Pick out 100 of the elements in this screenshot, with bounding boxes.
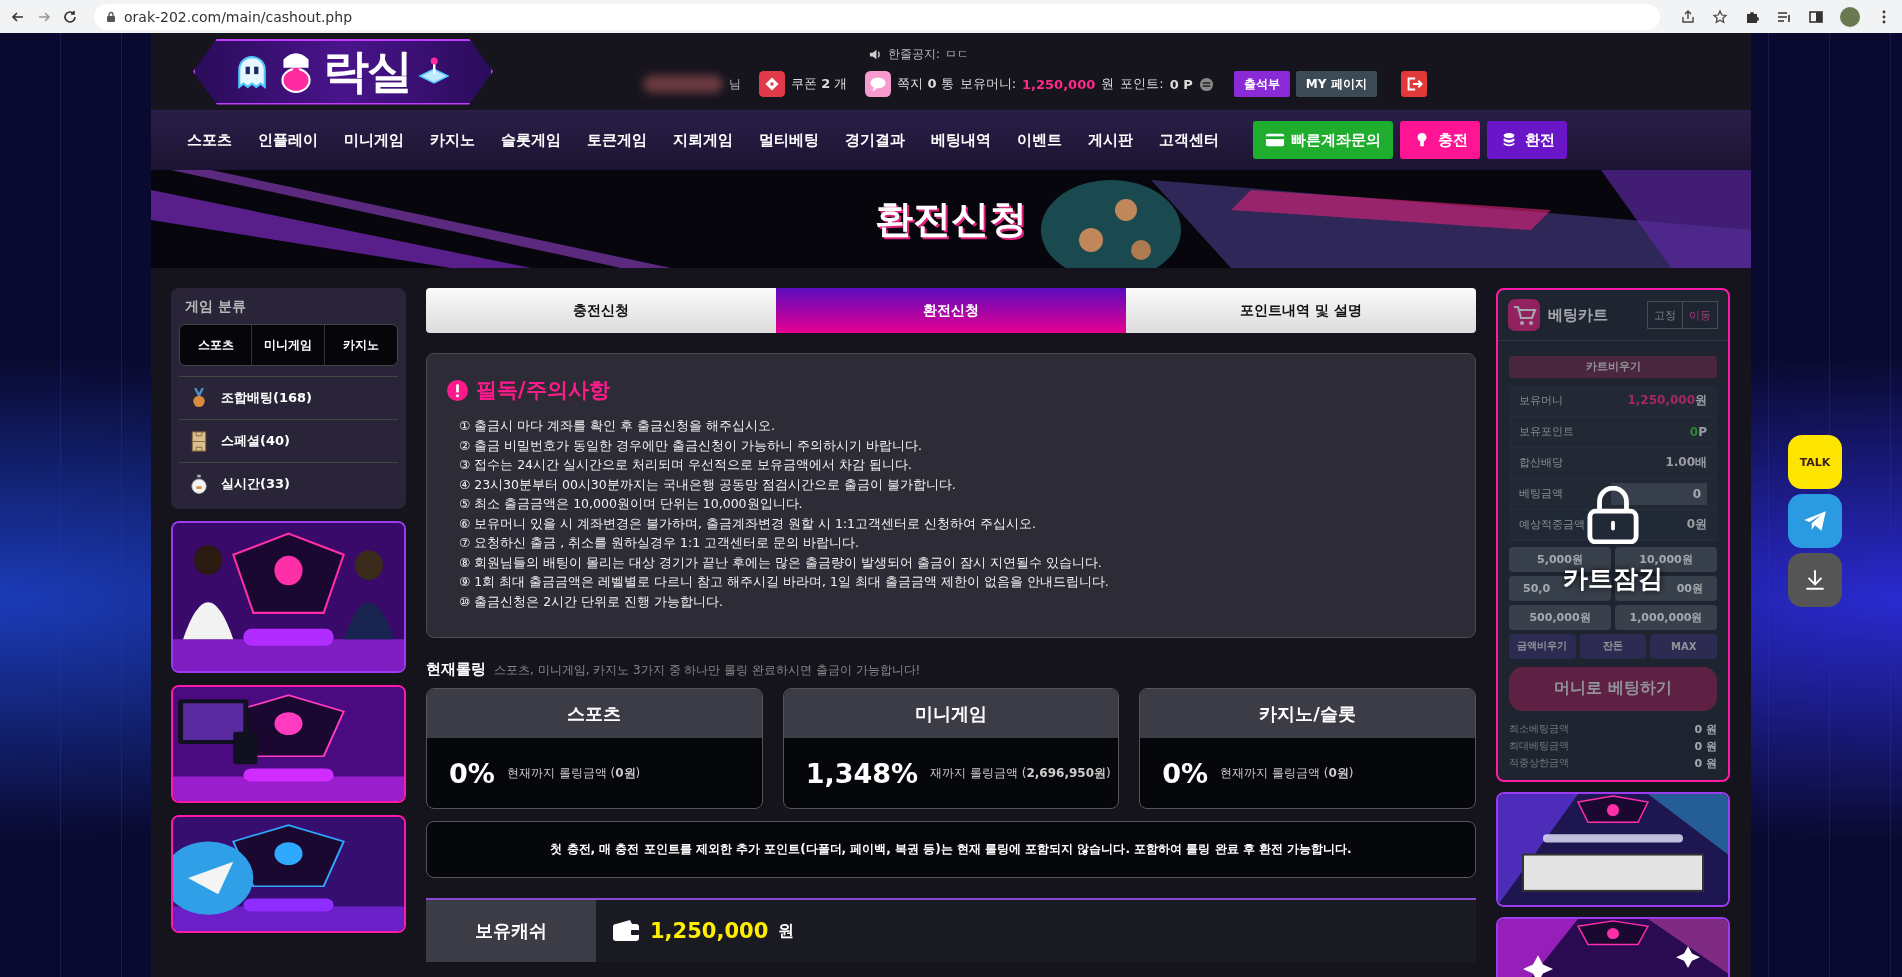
- wallet-icon: [612, 920, 640, 942]
- address-bar[interactable]: orak-202.com/main/cashout.php: [94, 3, 1660, 30]
- bet-button[interactable]: 머니로 베팅하기: [1509, 666, 1717, 711]
- nav-link[interactable]: 베팅내역: [931, 130, 991, 150]
- nav-link[interactable]: 스포츠: [187, 130, 232, 150]
- nav-link[interactable]: 멀티베팅: [759, 130, 819, 150]
- tab[interactable]: 충전신청: [426, 288, 776, 333]
- card-header: 카지노/슬롯: [1140, 689, 1475, 738]
- notice-text: ㅁㄷ: [945, 46, 970, 63]
- limit-value: 0 원: [1694, 721, 1717, 737]
- star-icon[interactable]: [1712, 8, 1728, 25]
- row-value: 0P: [1689, 424, 1707, 439]
- card-header: 미니게임: [783, 689, 1119, 738]
- money-label: 보유머니:: [959, 75, 1017, 93]
- amount-button[interactable]: 1,000,000원: [1615, 604, 1717, 630]
- row-value: 1,250,000원: [1627, 392, 1707, 409]
- notice-item: ⑥ 보유머니 있을 시 계좌변경은 불가하며, 출금계좌변경 원할 시 1:1고객센터로 신청하여 주십시오.: [459, 514, 1037, 533]
- sidebar-icon[interactable]: [1808, 8, 1824, 25]
- alert-icon: [447, 379, 468, 401]
- nav-link[interactable]: 카지노: [430, 130, 475, 150]
- row-value: 1.00배: [1665, 454, 1707, 471]
- tab[interactable]: 포인트내역 및 설명: [1126, 288, 1476, 333]
- nav-link[interactable]: 이벤트: [1017, 130, 1062, 150]
- limit-label: 최대베팅금액: [1509, 739, 1569, 753]
- my-page-button[interactable]: MY 페이지: [1295, 71, 1377, 97]
- field-icon: [191, 430, 207, 452]
- notice-title: 필독/주의사항: [476, 377, 610, 404]
- ghost-icon: [235, 54, 269, 89]
- notice-item: ⑤ 최소 출금금액은 10,000원이며 단위는 10,000원입니다.: [459, 495, 804, 513]
- nav-link[interactable]: 인플레이: [258, 130, 318, 150]
- rolling-amount: 재까지 롤링금액 (2,696,950원): [930, 764, 1111, 782]
- row-value: 0원: [1686, 516, 1707, 533]
- notice-item: ⑨ 1회 최대 출금금액은 레벨별로 다르니 참고 해주시길 바라며, 1일 최대 출금금액 제한이 없음을 안내드립니다.: [459, 573, 1110, 591]
- row-label: 합산배당: [1519, 455, 1563, 470]
- nav-link[interactable]: 슬롯게임: [501, 130, 561, 150]
- notice-label: 한줄공지:: [888, 46, 941, 63]
- bet-amount-field[interactable]: 0: [1611, 482, 1707, 505]
- cart-action-button[interactable]: 금액비우기: [1509, 633, 1576, 659]
- coupon-count[interactable]: 쿠폰 2 개: [791, 75, 848, 93]
- amount-button[interactable]: 500,000원: [1509, 604, 1611, 630]
- rolling-amount: 현재까지 롤링금액 (0원): [1220, 764, 1354, 782]
- nav-link[interactable]: 경기결과: [845, 130, 905, 150]
- limit-value: 0 원: [1694, 738, 1717, 754]
- attendance-button[interactable]: 출석부: [1233, 71, 1290, 97]
- clear-cart-button[interactable]: 카트비우기: [1509, 355, 1717, 378]
- section-hint: 스포츠, 미니게임, 카지노 3가지 중 하나만 롤링 완료하시면 출금이 가능합니다!: [494, 662, 921, 679]
- category-link[interactable]: 실시간(33): [221, 475, 290, 493]
- lock-icon: [106, 10, 116, 23]
- notice-item: ④ 23시30분부터 00시30분까지는 국내은행 공동망 점검시간으로 출금이 불가합니다.: [459, 475, 957, 494]
- notice-item: ⑩ 출금신청은 2시간 단위로 진행 가능합니다.: [459, 592, 724, 611]
- deposit-button[interactable]: 충전: [1400, 121, 1480, 159]
- section-title: 현재롤링: [426, 660, 486, 679]
- tab[interactable]: 환전신청: [776, 288, 1126, 333]
- download-button[interactable]: [1788, 553, 1842, 607]
- nav-link[interactable]: 토큰게임: [587, 130, 647, 150]
- reload-icon[interactable]: [62, 8, 78, 25]
- paper-plane-icon: [1802, 508, 1828, 534]
- row-label: 보유머니: [1519, 393, 1563, 408]
- cash-unit: 원: [778, 920, 795, 942]
- notice-item: ③ 접수는 24시간 실시간으로 처리되며 우선적으로 보유금액에서 차감 됩니다.: [459, 456, 913, 474]
- withdraw-button[interactable]: 환전: [1487, 121, 1567, 159]
- chat-talk-button[interactable]: TALK: [1788, 435, 1842, 489]
- nav-link[interactable]: 고객센터: [1159, 130, 1219, 150]
- card-icon: [1265, 132, 1285, 148]
- point-label: 포인트:: [1120, 75, 1164, 93]
- category-link[interactable]: 스페셜(40): [221, 432, 290, 450]
- row-label: 보유포인트: [1519, 424, 1574, 439]
- rolling-percent: 0%: [449, 757, 495, 789]
- medal-icon: [191, 387, 207, 409]
- limit-value: 0 원: [1694, 755, 1717, 771]
- panel-heading: 게임 분류: [184, 298, 247, 316]
- telegram-button[interactable]: [1788, 494, 1842, 548]
- category-tab[interactable]: 카지노: [324, 325, 397, 365]
- cart-action-button[interactable]: MAX: [1650, 633, 1717, 659]
- cart-action-button[interactable]: 잔돈: [1579, 633, 1647, 659]
- convert-icon[interactable]: [1198, 76, 1214, 92]
- category-tab[interactable]: 미니게임: [252, 325, 325, 365]
- nav-link[interactable]: 미니게임: [344, 130, 404, 150]
- row-label: 베팅금액: [1519, 486, 1563, 501]
- cart-icon: [1508, 299, 1540, 331]
- rolling-percent: 0%: [1162, 757, 1209, 789]
- share-icon[interactable]: [1680, 8, 1696, 25]
- site-logo[interactable]: 락실: [193, 38, 493, 105]
- message-count[interactable]: 쪽지 0 통: [897, 75, 954, 93]
- nav-link[interactable]: 지뢰게임: [673, 130, 733, 150]
- page-title: 환전신청: [875, 195, 1027, 243]
- user-suffix: 님: [729, 75, 741, 93]
- category-link[interactable]: 조합배팅(168): [221, 389, 313, 407]
- profile-avatar[interactable]: [1840, 6, 1860, 27]
- ticket-icon[interactable]: [759, 71, 785, 97]
- logout-icon[interactable]: [1400, 71, 1427, 97]
- row-label: 예상적중금액: [1519, 517, 1585, 532]
- rolling-percent: 1,348%: [805, 757, 919, 789]
- mode-toggle[interactable]: 고정: [1648, 302, 1683, 328]
- notice-item: ⑦ 요청하신 출금 , 취소를 원하실경우 1:1 고객센터로 문의 바랍니다.: [459, 534, 861, 552]
- message-icon[interactable]: [865, 71, 892, 97]
- rolling-amount: 현재까지 롤링금액 (0원): [506, 764, 641, 782]
- category-tab[interactable]: 스포츠: [180, 325, 253, 365]
- rolling-note: 첫 충전, 매 충전 포인트를 제외한 추가 포인트(다폴더, 페이백, 복권 등)는 현재 롤링에 포함되지 않습니다. 포함하여 롤링 완료 후 환전 가능합니다.: [426, 821, 1476, 878]
- nav-link[interactable]: 게시판: [1088, 130, 1133, 150]
